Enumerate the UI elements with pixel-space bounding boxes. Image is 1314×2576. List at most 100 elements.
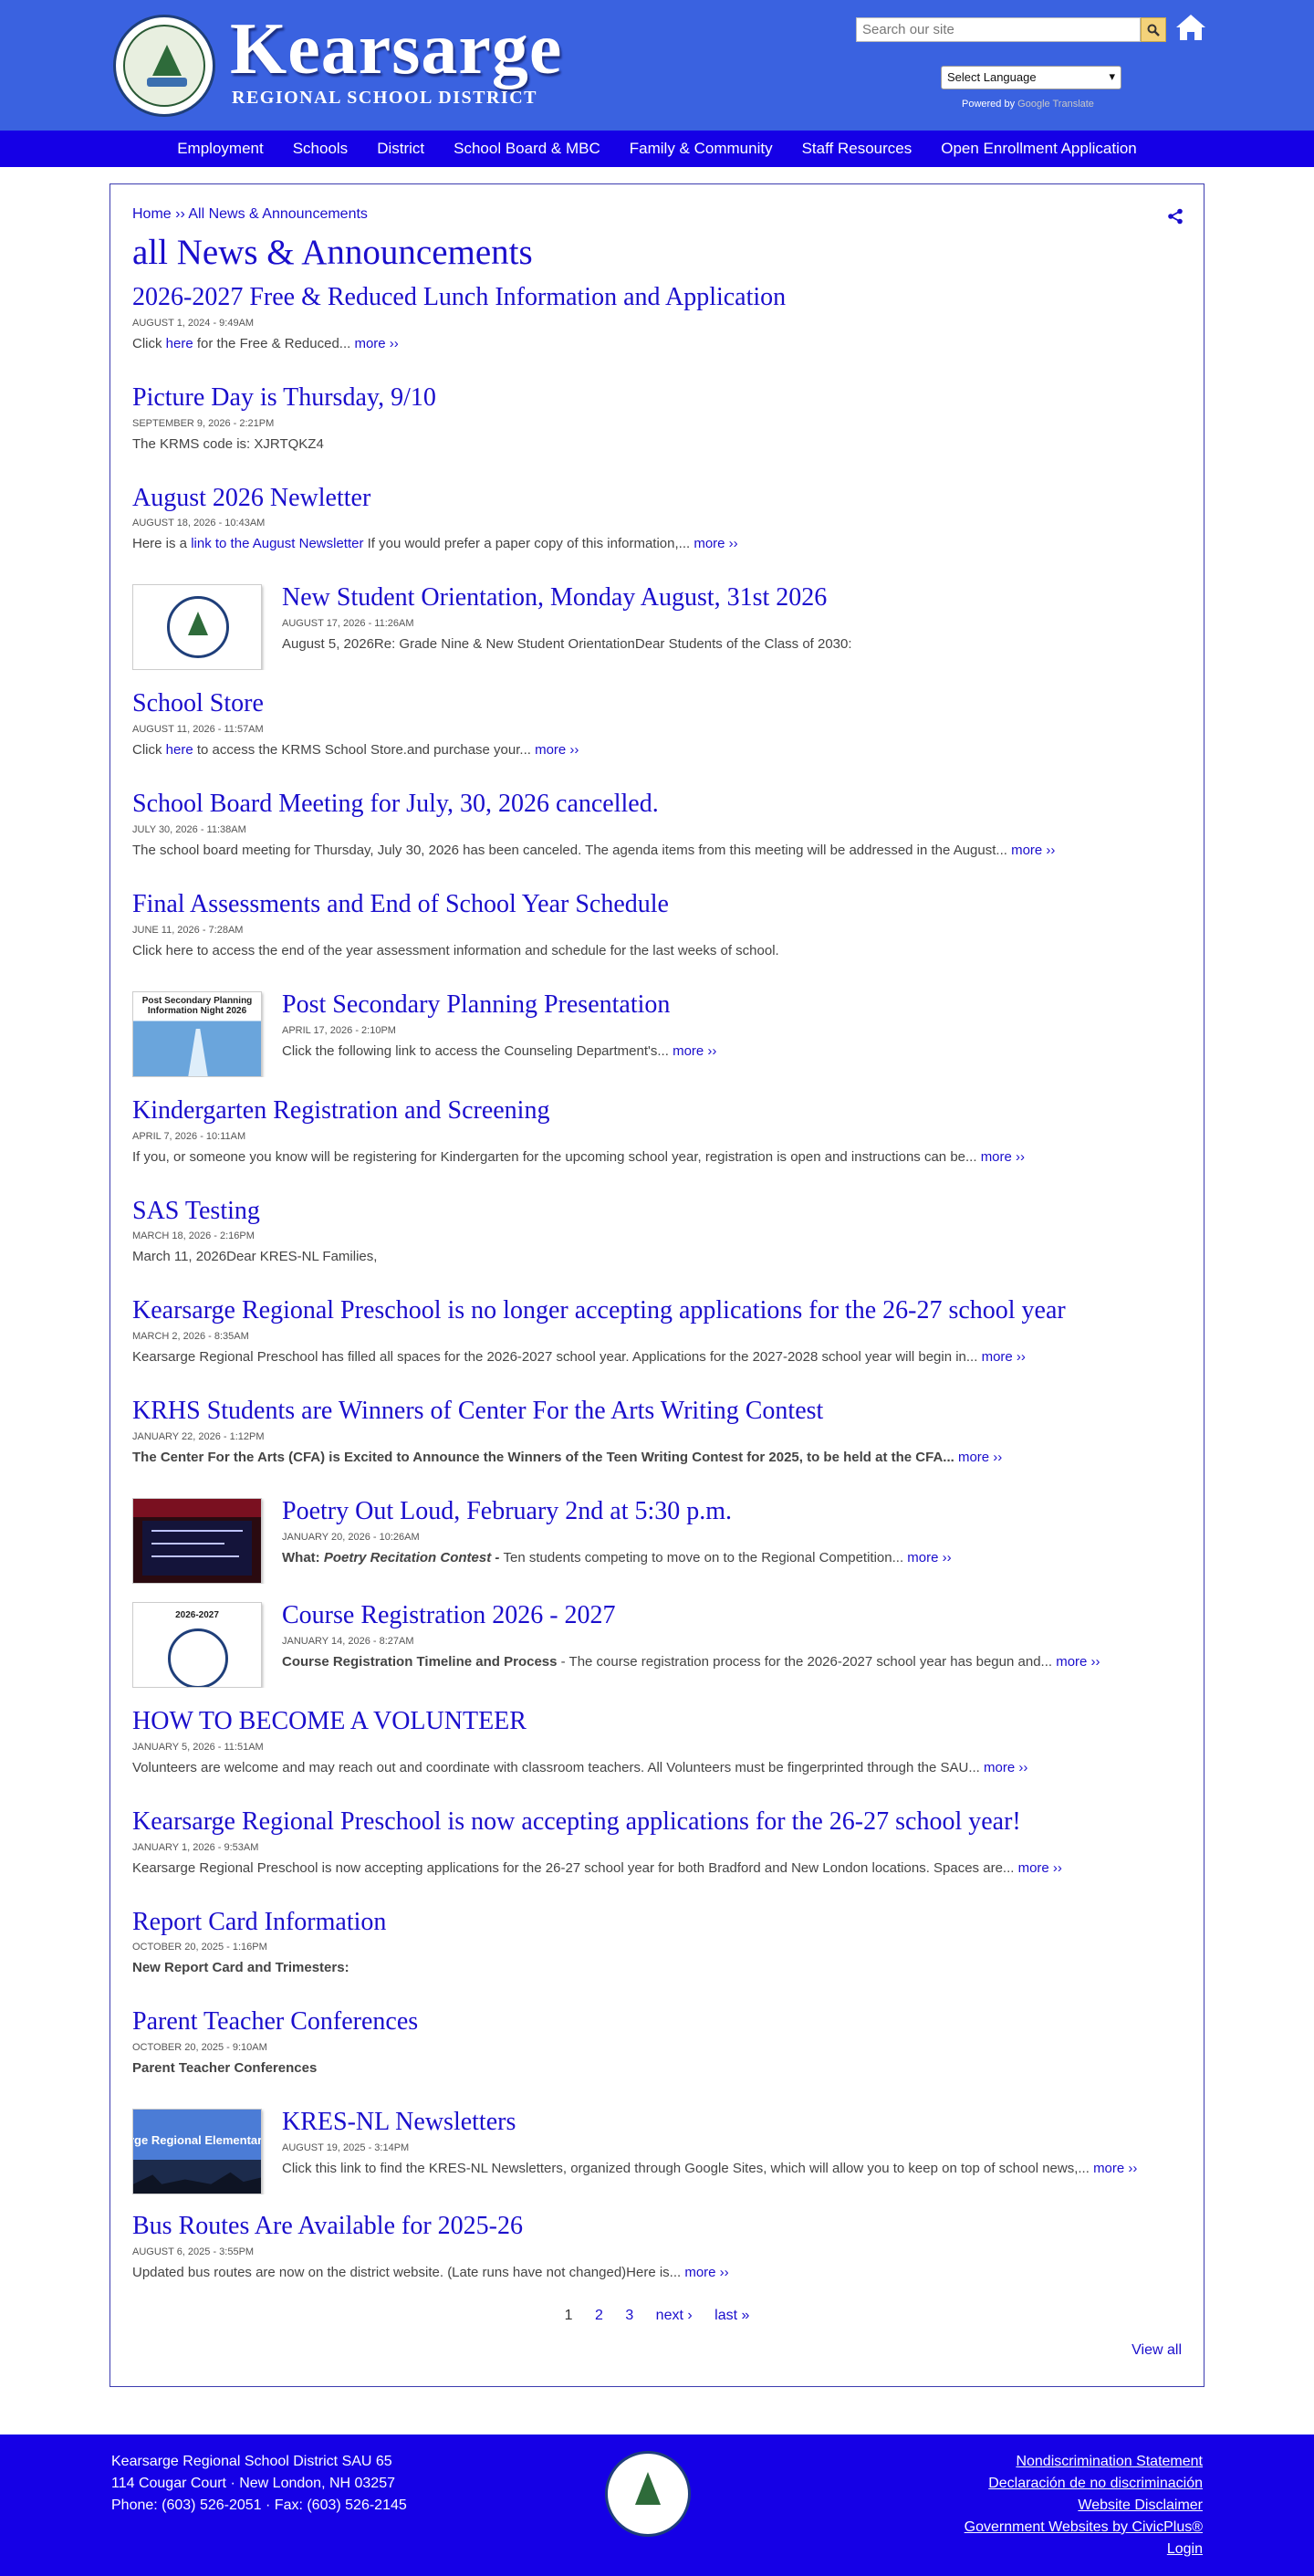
news-title[interactable]: Picture Day is Thursday, 9/10 [132, 384, 436, 412]
news-teaser: Click the following link to access the C… [282, 1042, 717, 1059]
news-thumbnail[interactable]: Post Secondary Planning Information Nigh… [132, 990, 262, 1077]
news-teaser: If you, or someone you know will be regi… [132, 1148, 1026, 1165]
page-next[interactable]: next › [656, 2308, 693, 2323]
footer-link-login[interactable]: Login [965, 2539, 1203, 2560]
news-item: Picture Day is Thursday, 9/10 SEPTEMBER … [132, 384, 1182, 454]
news-date: AUGUST 17, 2026 - 11:26AM [282, 618, 414, 630]
news-title[interactable]: Bus Routes Are Available for 2025-26 [132, 2213, 523, 2240]
search-button[interactable] [1141, 17, 1166, 42]
more-link[interactable]: more ›› [984, 1760, 1027, 1775]
news-title[interactable]: Post Secondary Planning Presentation [282, 991, 670, 1019]
news-title[interactable]: August 2026 Newletter [132, 485, 370, 512]
more-link[interactable]: more ›› [981, 1149, 1025, 1165]
more-link[interactable]: more ›› [684, 2265, 728, 2280]
more-link[interactable]: more ›› [354, 336, 398, 351]
footer-link-nondiscrimination-es[interactable]: Declaración de no discriminación [965, 2473, 1203, 2495]
news-teaser: The school board meeting for Thursday, J… [132, 842, 1056, 858]
news-teaser: Kearsarge Regional Preschool is now acce… [132, 1859, 1062, 1876]
powered-by-translate: Powered by Google Translate [962, 99, 1094, 110]
translate-brand[interactable]: Google Translate [1017, 99, 1094, 110]
news-date: JUNE 11, 2026 - 7:28AM [132, 924, 244, 936]
news-title[interactable]: SAS Testing [132, 1198, 260, 1225]
nav-item-employment[interactable]: Employment [162, 140, 277, 158]
news-thumbnail[interactable] [132, 1497, 262, 1584]
breadcrumb-home[interactable]: Home [132, 206, 172, 222]
news-title[interactable]: School Store [132, 690, 264, 717]
news-title[interactable]: New Student Orientation, Monday August, … [282, 584, 827, 612]
district-seal-logo[interactable] [113, 15, 215, 117]
more-link[interactable]: more ›› [1093, 2161, 1137, 2176]
news-title[interactable]: Poetry Out Loud, February 2nd at 5:30 p.… [282, 1498, 732, 1525]
home-icon[interactable] [1175, 13, 1206, 42]
footer-link-nondiscrimination[interactable]: Nondiscrimination Statement [965, 2451, 1203, 2473]
nav-item-school-board[interactable]: School Board & MBC [439, 140, 615, 158]
news-item: Final Assessments and End of School Year… [132, 891, 1182, 960]
news-item: New Student Orientation, Monday August, … [132, 584, 1182, 671]
more-link[interactable]: more ›› [1056, 1654, 1100, 1670]
news-item: Poetry Out Loud, February 2nd at 5:30 p.… [132, 1497, 1182, 1584]
search-input[interactable]: Search our site [856, 17, 1141, 42]
news-title[interactable]: KRES-NL Newsletters [282, 2109, 516, 2136]
brand-name[interactable]: Kearsarge [230, 13, 562, 86]
news-title[interactable]: Report Card Information [132, 1909, 386, 1936]
news-thumbnail[interactable] [132, 584, 262, 671]
more-link[interactable]: more ›› [907, 1550, 951, 1565]
footer-link-civicplus[interactable]: Government Websites by CivicPlus® [965, 2517, 1203, 2539]
footer-link-disclaimer[interactable]: Website Disclaimer [965, 2495, 1203, 2517]
news-teaser: Parent Teacher Conferences [132, 2060, 318, 2077]
more-link[interactable]: more ›› [1018, 1860, 1062, 1876]
share-icon[interactable] [1167, 208, 1184, 225]
nav-item-family-community[interactable]: Family & Community [615, 140, 787, 158]
news-teaser: Click here to access the end of the year… [132, 942, 779, 958]
news-title[interactable]: Kearsarge Regional Preschool is no longe… [132, 1297, 1066, 1325]
news-container: Home ›› All News & Announcements all New… [110, 183, 1204, 2387]
more-link[interactable]: more ›› [673, 1043, 716, 1059]
news-teaser: March 11, 2026Dear KRES-NL Families, [132, 1249, 378, 1265]
news-teaser: The KRMS code is: XJRTQKZ4 [132, 435, 324, 452]
news-title[interactable]: Kearsarge Regional Preschool is now acce… [132, 1808, 1021, 1836]
more-link[interactable]: more ›› [958, 1450, 1002, 1465]
news-teaser: Course Registration Timeline and Process… [282, 1653, 1100, 1670]
news-inline-link[interactable]: here [166, 742, 193, 758]
thumbnail-caption: rge Regional Elementary S [133, 2133, 262, 2148]
news-thumbnail[interactable]: rge Regional Elementary S [132, 2109, 262, 2195]
nav-item-schools[interactable]: Schools [278, 140, 362, 158]
news-title[interactable]: KRHS Students are Winners of Center For … [132, 1398, 823, 1425]
breadcrumb-current[interactable]: All News & Announcements [188, 206, 368, 222]
news-inline-link[interactable]: here [166, 336, 193, 351]
news-item: School Board Meeting for July, 30, 2026 … [132, 791, 1182, 860]
footer-seal-logo [605, 2450, 691, 2537]
more-link[interactable]: more ›› [982, 1349, 1026, 1365]
more-link[interactable]: more ›› [535, 742, 579, 758]
news-title[interactable]: Final Assessments and End of School Year… [132, 891, 669, 918]
more-link[interactable]: more ›› [694, 536, 737, 551]
news-title[interactable]: HOW TO BECOME A VOLUNTEER [132, 1708, 527, 1735]
page-link-3[interactable]: 3 [625, 2308, 633, 2323]
news-item: rge Regional Elementary S KRES-NL Newsle… [132, 2109, 1182, 2195]
news-title[interactable]: School Board Meeting for July, 30, 2026 … [132, 791, 659, 818]
nav-item-district[interactable]: District [362, 140, 439, 158]
news-date: APRIL 17, 2026 - 2:10PM [282, 1024, 396, 1036]
language-select[interactable]: Select Language [941, 66, 1121, 89]
news-thumbnail[interactable]: 2026-2027 [132, 1601, 262, 1688]
news-item: School Store AUGUST 11, 2026 - 11:57AM C… [132, 690, 1182, 759]
news-title[interactable]: 2026-2027 Free & Reduced Lunch Informati… [132, 284, 786, 311]
news-date: SEPTEMBER 9, 2026 - 2:21PM [132, 417, 275, 429]
brand-subtitle[interactable]: REGIONAL SCHOOL DISTRICT [232, 88, 537, 109]
news-date: JANUARY 20, 2026 - 10:26AM [282, 1531, 420, 1543]
nav-item-open-enrollment[interactable]: Open Enrollment Application [926, 140, 1152, 158]
news-date: MARCH 2, 2026 - 8:35AM [132, 1331, 249, 1343]
page-link-2[interactable]: 2 [595, 2308, 603, 2323]
nav-item-staff-resources[interactable]: Staff Resources [787, 140, 927, 158]
news-date: JANUARY 1, 2026 - 9:53AM [132, 1841, 259, 1853]
news-inline-link[interactable]: link to the August Newsletter [191, 536, 363, 551]
news-title[interactable]: Kindergarten Registration and Screening [132, 1097, 549, 1125]
news-title[interactable]: Course Registration 2026 - 2027 [282, 1602, 616, 1629]
page-last[interactable]: last » [714, 2308, 749, 2323]
news-title[interactable]: Parent Teacher Conferences [132, 2008, 418, 2036]
page-current: 1 [564, 2307, 573, 2323]
view-all-link[interactable]: View all [1132, 2342, 1182, 2358]
news-date: APRIL 7, 2026 - 10:11AM [132, 1130, 246, 1142]
thumbnail-caption: 2026-2027 [175, 1609, 219, 1620]
more-link[interactable]: more ›› [1011, 843, 1055, 858]
